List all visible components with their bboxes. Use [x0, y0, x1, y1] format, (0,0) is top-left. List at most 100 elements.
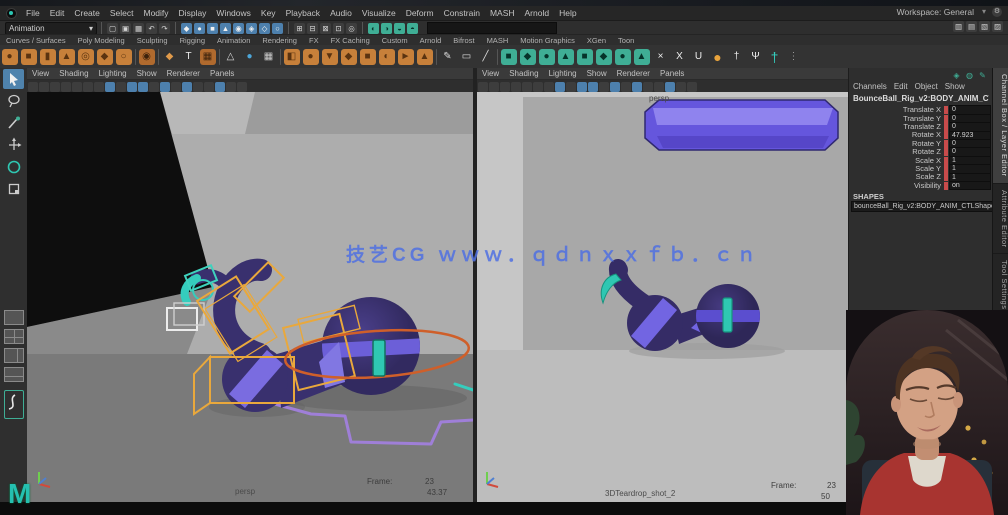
shelf-tab[interactable]: Arnold	[420, 36, 442, 45]
viewport-toolbar-icon[interactable]	[138, 82, 148, 92]
viewport-toolbar-icon[interactable]	[478, 82, 488, 92]
viewport-menu-item[interactable]: Lighting	[99, 69, 127, 78]
viewport-toolbar-icon[interactable]	[489, 82, 499, 92]
status-icon[interactable]: ◑	[381, 23, 392, 34]
shelf-icon[interactable]: ■	[21, 49, 37, 65]
viewport-left-3d-view[interactable]	[27, 92, 473, 502]
status-icon[interactable]: ■	[207, 23, 218, 34]
channel-box-menu-item[interactable]: Object	[915, 82, 938, 91]
shelf-icon[interactable]	[497, 49, 498, 65]
layout-four-pane-button[interactable]	[4, 329, 24, 344]
viewport-toolbar-icon[interactable]	[193, 82, 203, 92]
sidebar-toggle-icon[interactable]: ▧	[979, 21, 990, 32]
scale-tool-button[interactable]	[3, 179, 24, 199]
viewport-toolbar-icon[interactable]	[511, 82, 521, 92]
viewport-toolbar-icon[interactable]	[566, 82, 576, 92]
rotate-tool-button[interactable]	[3, 157, 24, 177]
viewport-toolbar-icon[interactable]	[555, 82, 565, 92]
status-icon[interactable]: ◆	[181, 23, 192, 34]
viewport-toolbar-icon[interactable]	[50, 82, 60, 92]
move-tool-button[interactable]	[3, 135, 24, 155]
menu-item[interactable]: Windows	[216, 8, 250, 18]
viewport-menu-item[interactable]: Show	[587, 69, 607, 78]
viewport-menu-item[interactable]: View	[482, 69, 499, 78]
shelf-tab[interactable]: Custom	[382, 36, 408, 45]
paint-select-tool-button[interactable]	[3, 113, 24, 133]
menu-item[interactable]: Playback	[286, 8, 321, 18]
layout-pane-right-column-button[interactable]	[4, 348, 24, 363]
sidebar-tab[interactable]: Attribute Editor	[993, 184, 1008, 255]
shelf-icon[interactable]: ○	[116, 49, 132, 65]
viewport-toolbar-icon[interactable]	[610, 82, 620, 92]
shelf-icon[interactable]: ■	[501, 49, 517, 65]
selected-object-name[interactable]: BounceBall_Rig_v2:BODY_ANIM_CTL	[853, 94, 989, 103]
shelf-icon[interactable]	[436, 49, 437, 65]
viewport-toolbar-icon[interactable]	[28, 82, 38, 92]
gear-icon[interactable]: ⚙	[992, 7, 1002, 17]
shelf-icon[interactable]: ▼	[322, 49, 338, 65]
shelf-icon[interactable]: ▲	[417, 49, 433, 65]
viewport-toolbar-icon[interactable]	[83, 82, 93, 92]
shelf-icon[interactable]: ▦	[261, 49, 277, 65]
status-icon[interactable]: ○	[272, 23, 283, 34]
status-icon[interactable]: ◓	[407, 23, 418, 34]
viewport-menu-item[interactable]: Renderer	[617, 69, 650, 78]
viewport-toolbar-icon[interactable]	[116, 82, 126, 92]
viewport-toolbar-icon[interactable]	[215, 82, 225, 92]
shelf-tab[interactable]: FX Caching	[331, 36, 370, 45]
shelf-icon[interactable]: †	[767, 49, 783, 65]
menu-item[interactable]: Modify	[144, 8, 169, 18]
shelf-icon[interactable]: ▮	[40, 49, 56, 65]
status-icon[interactable]	[175, 22, 176, 34]
channel-label[interactable]: Visibility	[849, 182, 941, 190]
shelf-icon[interactable]: ▲	[634, 49, 650, 65]
shelf-tab[interactable]: MASH	[487, 36, 509, 45]
viewport-toolbar-icon[interactable]	[72, 82, 82, 92]
layout-single-pane-button[interactable]	[4, 310, 24, 325]
viewport-toolbar-icon[interactable]	[500, 82, 510, 92]
shelf-tab[interactable]: Poly Modeling	[78, 36, 125, 45]
menu-item[interactable]: Deform	[406, 8, 434, 18]
shelf-tab[interactable]: Rigging	[180, 36, 205, 45]
viewport-toolbar-icon[interactable]	[204, 82, 214, 92]
status-icon[interactable]: ⊞	[294, 23, 305, 34]
status-icon[interactable]: ▲	[220, 23, 231, 34]
status-icon[interactable]: ▣	[120, 23, 131, 34]
sidebar-tab[interactable]: Tool Settings	[993, 254, 1008, 316]
viewport-menu-item[interactable]: Show	[137, 69, 157, 78]
status-icon[interactable]: ▢	[107, 23, 118, 34]
status-icon[interactable]	[362, 22, 363, 34]
viewport-toolbar-icon[interactable]	[127, 82, 137, 92]
shelf-tab[interactable]: Sculpting	[137, 36, 168, 45]
viewport-menu-item[interactable]: Renderer	[167, 69, 200, 78]
viewport-right-3d-view[interactable]	[477, 92, 848, 502]
viewport-menu-item[interactable]: Shading	[59, 69, 88, 78]
status-icon[interactable]: ⊟	[307, 23, 318, 34]
channel-box-header-icon[interactable]: ◍	[964, 70, 975, 81]
shelf-icon[interactable]: ►	[398, 49, 414, 65]
status-icon[interactable]: ◒	[394, 23, 405, 34]
status-icon[interactable]: ↷	[159, 23, 170, 34]
shelf-icon[interactable]: ◆	[162, 49, 178, 65]
shelf-icon[interactable]: ■	[360, 49, 376, 65]
shelf-icon[interactable]: T	[181, 49, 197, 65]
shelf-icon[interactable]: ●	[2, 49, 18, 65]
viewport-menu-item[interactable]: Panels	[210, 69, 234, 78]
select-tool-button[interactable]	[3, 69, 24, 89]
menu-item[interactable]: Help	[559, 8, 576, 18]
character-set-field[interactable]	[427, 22, 557, 34]
shelf-icon[interactable]: ◧	[284, 49, 300, 65]
channel-box-header-icon[interactable]: ✎	[977, 70, 988, 81]
viewport-toolbar-icon[interactable]	[522, 82, 532, 92]
shelf-icon[interactable]: ◉	[139, 49, 155, 65]
status-icon[interactable]: ⊠	[320, 23, 331, 34]
shelf-icon[interactable]: ▲	[558, 49, 574, 65]
status-icon[interactable]	[288, 22, 289, 34]
viewport-toolbar-icon[interactable]	[599, 82, 609, 92]
status-icon[interactable]: ◇	[259, 23, 270, 34]
menu-item[interactable]: Create	[74, 8, 100, 18]
shelf-icon[interactable]	[135, 49, 136, 65]
shelf-icon[interactable]: ×	[653, 49, 669, 65]
menu-item[interactable]: Key	[261, 8, 276, 18]
shelf-icon[interactable]: ⋮	[786, 49, 802, 65]
